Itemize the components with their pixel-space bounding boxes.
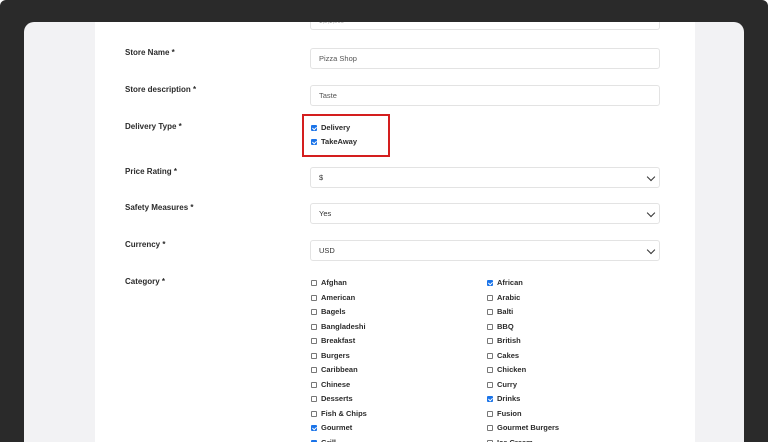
safety-measures-value: Yes: [319, 209, 332, 218]
store-form: 1,9,1,000 Store Name * Pizza Shop Store …: [95, 22, 695, 442]
category-checkbox[interactable]: [487, 323, 493, 330]
category-option[interactable]: Bangladeshi: [311, 321, 366, 333]
category-option-label: Desserts: [321, 394, 353, 403]
category-option[interactable]: Cakes: [487, 350, 519, 362]
category-option[interactable]: Fusion: [487, 408, 522, 420]
category-checkbox[interactable]: [311, 410, 317, 417]
category-option-label: Curry: [497, 379, 518, 389]
category-checkbox[interactable]: [311, 396, 317, 403]
category-option-label: Chinese: [321, 379, 351, 389]
safety-measures-label: Safety Measures *: [125, 203, 194, 212]
category-option[interactable]: Balti: [487, 306, 513, 318]
category-checkbox[interactable]: [487, 410, 493, 417]
category-option-label: Bagels: [321, 307, 346, 316]
category-option-label: Bangladeshi: [321, 321, 366, 331]
category-option-label: Cakes: [497, 350, 520, 360]
category-checkbox[interactable]: [311, 323, 317, 330]
category-option-label: Gourmet: [321, 423, 353, 432]
category-checkbox[interactable]: [487, 352, 493, 359]
category-option-label: Chicken: [497, 365, 527, 374]
category-option[interactable]: Afghan: [311, 277, 347, 289]
category-option[interactable]: American: [311, 292, 355, 304]
category-option[interactable]: Chicken: [487, 364, 526, 376]
chevron-down-icon: [646, 208, 656, 218]
screen: 1,9,1,000 Store Name * Pizza Shop Store …: [24, 22, 744, 442]
category-checkbox[interactable]: [311, 381, 317, 388]
category-option[interactable]: Chinese: [311, 379, 350, 391]
device-frame: 1,9,1,000 Store Name * Pizza Shop Store …: [0, 0, 768, 442]
category-option-label: Drinks: [497, 394, 521, 403]
category-checkbox[interactable]: [487, 294, 493, 301]
category-option[interactable]: Grill: [311, 437, 336, 442]
category-option-label: British: [497, 336, 521, 345]
category-option[interactable]: Gourmet: [311, 422, 352, 434]
category-checkbox[interactable]: [311, 338, 317, 345]
price-rating-label: Price Rating *: [125, 167, 178, 176]
category-option[interactable]: Caribbean: [311, 364, 358, 376]
category-option[interactable]: British: [487, 335, 521, 347]
category-label: Category *: [125, 277, 166, 286]
chevron-down-icon: [646, 172, 656, 182]
category-option-label: Breakfast: [321, 336, 356, 345]
category-option-label: BBQ: [497, 321, 514, 331]
top-input-field[interactable]: 1,9,1,000: [310, 22, 660, 30]
price-rating-select[interactable]: $: [310, 167, 660, 188]
category-option-label: Balti: [497, 307, 514, 316]
delivery-type-highlight-box: [302, 114, 390, 157]
category-option[interactable]: Bagels: [311, 306, 346, 318]
category-option-label: Grill: [321, 437, 337, 442]
category-option[interactable]: Ice Cream: [487, 437, 533, 442]
store-name-label: Store Name *: [125, 48, 175, 57]
category-option-label: Ice Cream: [497, 437, 533, 442]
category-checkbox[interactable]: [487, 425, 493, 432]
currency-value: USD: [319, 246, 335, 255]
category-checkbox[interactable]: [487, 381, 493, 388]
delivery-type-label: Delivery Type *: [125, 122, 182, 131]
category-option[interactable]: Breakfast: [311, 335, 355, 347]
category-option-label: African: [497, 278, 523, 287]
category-checkbox[interactable]: [487, 367, 493, 374]
category-checkbox[interactable]: [311, 309, 317, 316]
currency-select[interactable]: USD: [310, 240, 660, 261]
category-option[interactable]: Curry: [487, 379, 517, 391]
category-option[interactable]: BBQ: [487, 321, 514, 333]
category-option[interactable]: Burgers: [311, 350, 350, 362]
category-option[interactable]: Fish & Chips: [311, 408, 367, 420]
category-checkbox[interactable]: [487, 280, 493, 287]
category-option[interactable]: Drinks: [487, 393, 520, 405]
category-option-label: Fusion: [497, 408, 522, 418]
store-name-input[interactable]: Pizza Shop: [310, 48, 660, 69]
safety-measures-select[interactable]: Yes: [310, 203, 660, 224]
category-option-label: Gourmet Burgers: [497, 423, 560, 432]
category-option-label: Afghan: [321, 278, 347, 287]
category-checkbox[interactable]: [487, 338, 493, 345]
category-option-label: Arabic: [497, 292, 521, 302]
category-option-label: Caribbean: [321, 365, 358, 374]
category-option-label: Burgers: [321, 350, 350, 360]
store-description-input[interactable]: Taste: [310, 85, 660, 106]
category-option[interactable]: Arabic: [487, 292, 520, 304]
price-rating-value: $: [319, 173, 324, 182]
category-option-label: American: [321, 292, 356, 302]
category-checkbox[interactable]: [311, 367, 317, 374]
category-option[interactable]: African: [487, 277, 523, 289]
category-option[interactable]: Desserts: [311, 393, 353, 405]
chevron-down-icon: [646, 245, 656, 255]
category-option-label: Fish & Chips: [321, 408, 367, 418]
category-checkbox[interactable]: [311, 352, 317, 359]
store-description-label: Store description *: [125, 85, 197, 94]
category-checkbox[interactable]: [487, 309, 493, 316]
category-checkbox[interactable]: [311, 294, 317, 301]
category-checkbox[interactable]: [311, 280, 317, 287]
currency-label: Currency *: [125, 240, 166, 249]
category-option[interactable]: Gourmet Burgers: [487, 422, 559, 434]
category-checkbox[interactable]: [311, 425, 317, 432]
category-checkbox[interactable]: [487, 396, 493, 403]
